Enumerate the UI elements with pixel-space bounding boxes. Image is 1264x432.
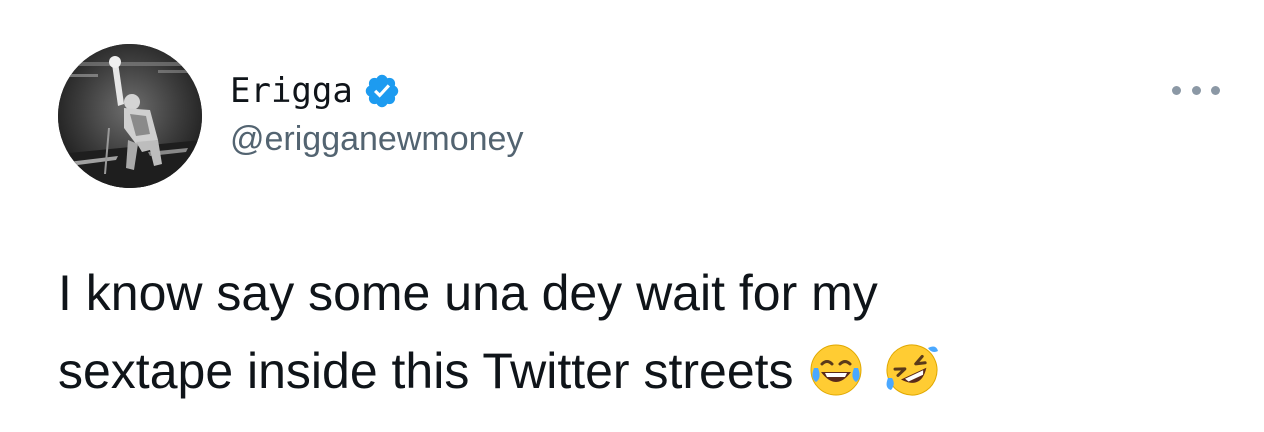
more-dot bbox=[1211, 85, 1220, 95]
verified-badge-icon bbox=[363, 72, 401, 110]
tweet-card: Erigga @erigganewmoney I know say some u… bbox=[0, 0, 1264, 432]
tweet-text: I know say some una dey wait for my sext… bbox=[58, 254, 1208, 410]
author-name-row[interactable]: Erigga bbox=[230, 66, 401, 116]
avatar-photo bbox=[58, 44, 202, 188]
face-with-tears-of-joy-icon bbox=[808, 342, 864, 398]
display-name[interactable]: Erigga bbox=[230, 71, 353, 111]
tweet-text-line-1: I know say some una dey wait for my bbox=[58, 265, 878, 321]
more-dot bbox=[1191, 85, 1201, 95]
tweet-text-line-2: sextape inside this Twitter streets bbox=[58, 332, 1208, 410]
more-dot bbox=[1172, 85, 1181, 95]
avatar[interactable] bbox=[58, 44, 202, 188]
rolling-on-the-floor-laughing-icon bbox=[884, 342, 940, 398]
tweet-text-line-2-text: sextape inside this Twitter streets bbox=[58, 343, 794, 399]
author-handle[interactable]: @erigganewmoney bbox=[230, 120, 523, 159]
more-options-icon[interactable] bbox=[1172, 78, 1220, 102]
